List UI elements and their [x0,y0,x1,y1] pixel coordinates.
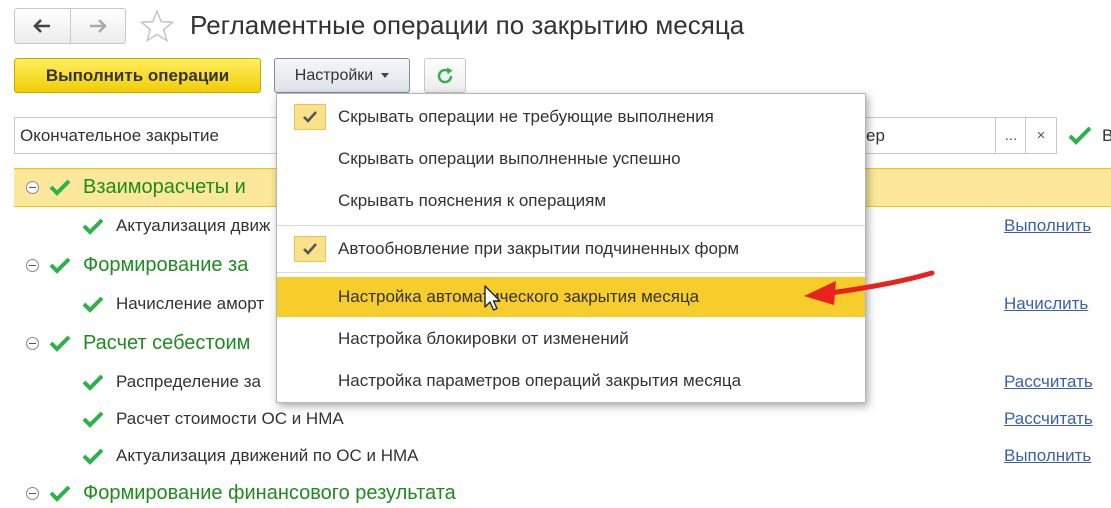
item-label: Начисление аморт [116,294,265,313]
page-title: Регламентные операции по закрытию месяца [190,10,745,40]
item-label: Актуализация движений по ОС и НМА [116,446,419,465]
menu-item-hide-explanations[interactable]: Скрывать пояснения к операциям [277,182,865,220]
menu-item-label: Скрывать операции не требующие выполнени… [338,107,714,126]
checkmark-icon [303,111,317,123]
arrow-right-icon [89,19,107,33]
tree-item-row[interactable]: Начисление аморт [82,289,264,319]
item-label: Актуализация движ [116,216,271,235]
execute-link[interactable]: Выполнить [1004,216,1091,236]
execute-operations-button[interactable]: Выполнить операции [14,58,261,93]
checkbox-checked[interactable] [294,236,326,262]
item-label: Распределение за [116,372,261,391]
navigation-group [14,8,126,44]
organization-value: ер [866,126,885,145]
execute-link[interactable]: Выполнить [1004,446,1091,466]
settings-menu: Скрывать операции не требующие выполнени… [276,93,866,403]
collapse-icon[interactable] [26,180,39,194]
menu-item-label: Настройка блокировки от изменений [338,329,629,348]
tree-group-row[interactable]: Формирование за [26,250,248,280]
item-label: Расчет стоимости ОС и НМА [116,409,344,428]
tree-item-row[interactable]: Распределение за [82,367,261,397]
arrow-left-icon [33,19,51,33]
menu-separator [277,225,865,226]
forward-button[interactable] [69,9,126,43]
menu-item-label: Скрывать пояснения к операциям [338,191,607,210]
menu-item-hide-not-required[interactable]: Скрывать операции не требующие выполнени… [277,98,865,136]
menu-item-label: Автообновление при закрытии подчиненных … [338,239,740,258]
group-label: Расчет себестоим [83,331,251,354]
menu-item-auto-refresh[interactable]: Автообновление при закрытии подчиненных … [277,230,865,268]
collapse-icon[interactable] [26,486,39,500]
refresh-button[interactable] [424,58,466,93]
menu-item-label: Настройка автоматического закрытия месяц… [338,287,700,306]
checkmark-icon [1068,126,1092,145]
checkmark-icon [303,243,317,255]
calculate-link[interactable]: Рассчитать [1004,409,1093,429]
settings-label: Настройки [294,66,374,84]
checkbox-checked[interactable] [294,104,326,130]
checkmark-icon [49,335,71,352]
menu-item-hide-successful[interactable]: Скрывать операции выполненные успешно [277,140,865,178]
group-label: Формирование за [83,253,249,276]
checkmark-icon [49,179,71,196]
menu-item-operation-parameters[interactable]: Настройка параметров операций закрытия м… [277,362,865,400]
tree-item-row[interactable]: Актуализация движ [82,211,270,241]
star-outline-icon[interactable] [140,9,174,43]
select-button[interactable]: ... [995,117,1026,154]
menu-separator [277,272,865,273]
accrue-link[interactable]: Начислить [1004,294,1088,314]
checkmark-icon [49,257,71,274]
menu-item-lock-settings[interactable]: Настройка блокировки от изменений [277,320,865,358]
collapse-icon[interactable] [26,258,39,272]
menu-item-auto-closing-settings[interactable]: Настройка автоматического закрытия месяц… [277,277,865,317]
group-label: Взаиморасчеты и [83,175,246,198]
annotation-arrow-icon [804,270,935,305]
checkmark-icon [82,296,104,313]
checkmark-icon [82,448,104,465]
tree-group-row[interactable]: Взаиморасчеты и [26,172,246,202]
tree-group-row[interactable]: Расчет себестоим [26,328,250,358]
checkmark-icon [82,411,104,428]
checkmark-icon [82,218,104,235]
settings-dropdown-button[interactable]: Настройки [274,58,410,93]
menu-item-label: Скрывать операции выполненные успешно [338,149,681,168]
refresh-icon [437,67,453,83]
tree-group-row[interactable]: Формирование финансового результата [26,478,456,508]
tree-item-row[interactable]: Расчет стоимости ОС и НМА [82,404,344,434]
calculate-link[interactable]: Рассчитать [1004,372,1093,392]
clear-button[interactable]: × [1025,117,1056,154]
mouse-cursor-icon [484,285,501,311]
checkmark-icon [49,485,71,502]
chevron-down-icon [381,73,390,78]
closing-type-value: Окончательное закрытие [20,126,220,145]
status-text: В [1102,126,1111,145]
collapse-icon[interactable] [26,336,39,350]
back-button[interactable] [15,9,70,43]
group-label: Формирование финансового результата [83,481,456,504]
checkmark-icon [82,374,104,391]
menu-item-label: Настройка параметров операций закрытия м… [338,371,742,390]
tree-item-row[interactable]: Актуализация движений по ОС и НМА [82,441,419,471]
